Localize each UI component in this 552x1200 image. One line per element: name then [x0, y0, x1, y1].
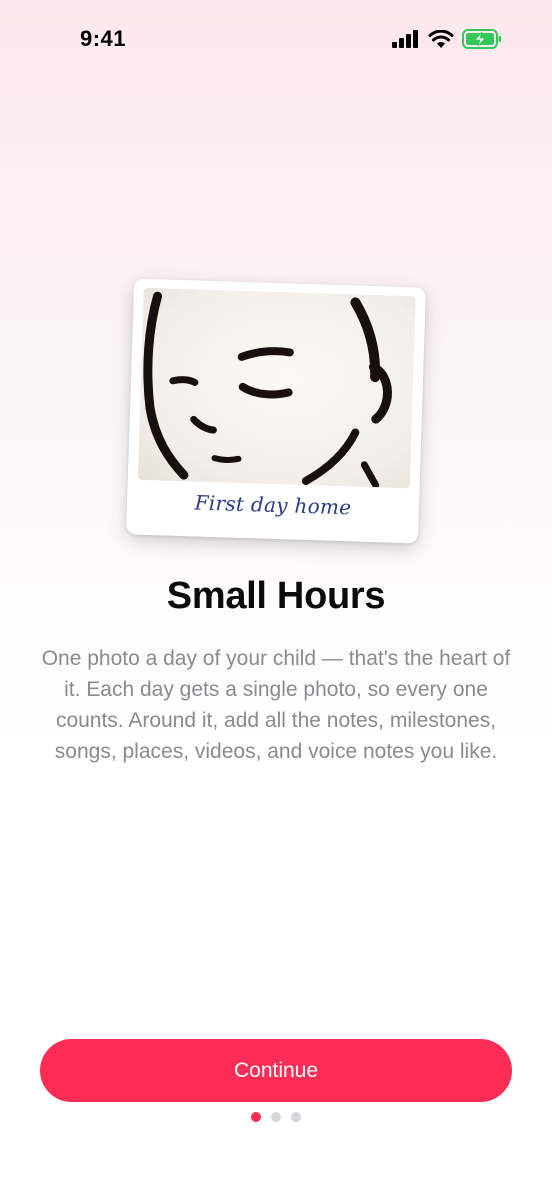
polaroid-photo-card: First day home: [126, 278, 426, 544]
cellular-signal-icon: [392, 30, 420, 48]
page-dot-1[interactable]: [251, 1112, 261, 1122]
baby-sketch-illustration: [137, 287, 416, 489]
status-bar: 9:41: [0, 0, 552, 84]
continue-button[interactable]: Continue: [40, 1039, 512, 1102]
photo-caption: First day home: [194, 490, 352, 520]
wifi-icon: [428, 29, 454, 49]
status-time: 9:41: [80, 26, 127, 51]
battery-charging-icon: [462, 29, 502, 49]
page-dot-3[interactable]: [291, 1112, 301, 1122]
page-title: Small Hours: [166, 575, 386, 617]
onboarding-description: One photo a day of your child — that's t…: [41, 647, 511, 763]
status-icons: [392, 29, 502, 49]
page-indicator[interactable]: [0, 1112, 552, 1122]
page-dot-2[interactable]: [271, 1112, 281, 1122]
